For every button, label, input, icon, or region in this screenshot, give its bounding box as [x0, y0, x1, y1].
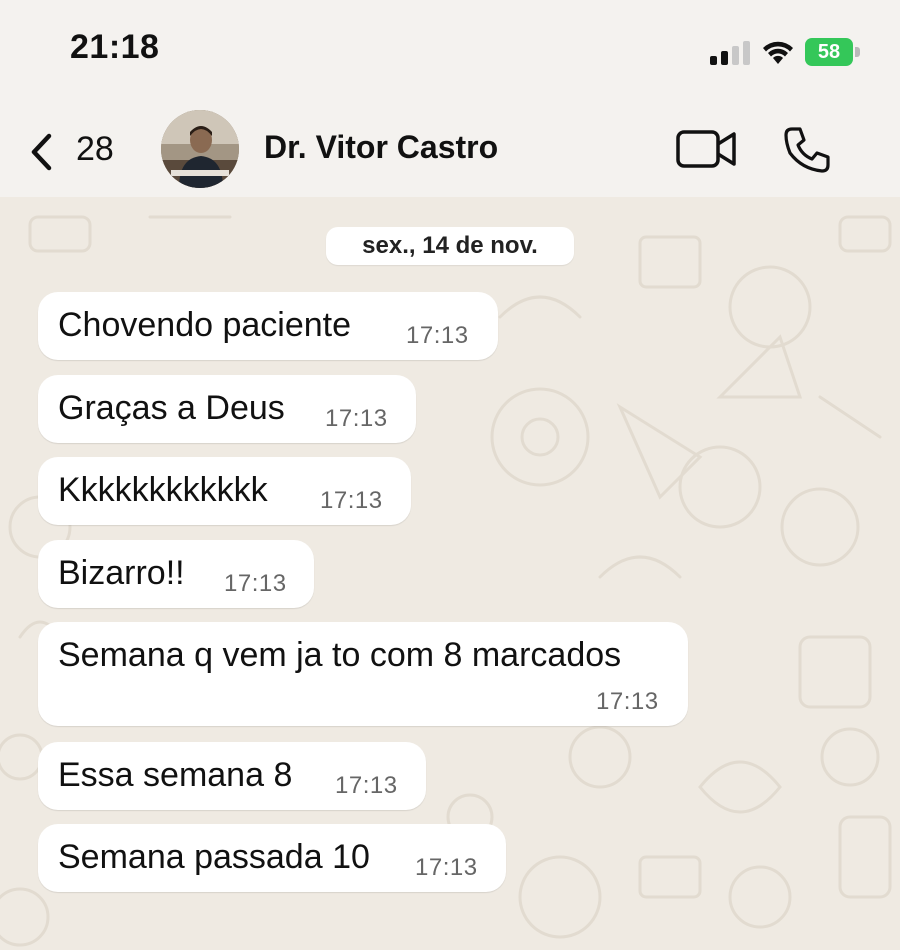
message-bubble[interactable]: Kkkkkkkkkkkk 17:13 — [38, 457, 411, 525]
battery-cap — [855, 47, 860, 57]
message-time: 17:13 — [335, 772, 398, 799]
message-text: Essa semana 8 — [58, 756, 293, 794]
message-time: 17:13 — [224, 570, 287, 597]
message-text: Chovendo paciente — [58, 306, 352, 344]
message-text: Semana passada 10 — [58, 838, 370, 876]
back-chevron-icon[interactable] — [28, 132, 54, 172]
message-bubble[interactable]: Chovendo paciente 17:13 — [38, 292, 498, 360]
message-text: Graças a Deus — [58, 389, 285, 427]
message-bubble[interactable]: Semana q vem ja to com 8 marcados 17:13 — [38, 622, 688, 726]
message-text: Semana q vem ja to com 8 marcados — [58, 636, 622, 674]
message-time: 17:13 — [415, 854, 478, 881]
message-time: 17:13 — [596, 688, 659, 715]
unread-count-back-button[interactable]: 28 — [76, 130, 114, 169]
message-time: 17:13 — [325, 405, 388, 432]
phone-call-icon[interactable] — [782, 125, 832, 175]
contact-name[interactable]: Dr. Vitor Castro — [264, 129, 498, 166]
message-bubble[interactable]: Essa semana 8 17:13 — [38, 742, 426, 810]
battery-level: 58 — [805, 38, 853, 66]
message-time: 17:13 — [320, 487, 383, 514]
message-time: 17:13 — [406, 322, 469, 349]
battery-charging-icon: 58 — [805, 38, 861, 66]
message-bubble[interactable]: Graças a Deus 17:13 — [38, 375, 416, 443]
message-text: Bizarro!! — [58, 554, 185, 592]
avatar-photo — [161, 110, 239, 188]
cellular-signal-icon — [710, 41, 750, 65]
wifi-icon — [763, 41, 793, 64]
avatar[interactable] — [161, 110, 239, 188]
message-bubble[interactable]: Semana passada 10 17:13 — [38, 824, 506, 892]
status-time: 21:18 — [70, 28, 160, 66]
chat-area[interactable]: sex., 14 de nov. Chovendo paciente 17:13… — [0, 197, 900, 950]
date-separator: sex., 14 de nov. — [326, 227, 574, 265]
video-call-icon[interactable] — [676, 128, 738, 170]
chat-header: 28 Dr. Vitor Castro — [0, 100, 900, 197]
status-bar: 21:18 58 — [0, 0, 900, 100]
message-text: Kkkkkkkkkkkk — [58, 471, 268, 509]
message-bubble[interactable]: Bizarro!! 17:13 — [38, 540, 314, 608]
